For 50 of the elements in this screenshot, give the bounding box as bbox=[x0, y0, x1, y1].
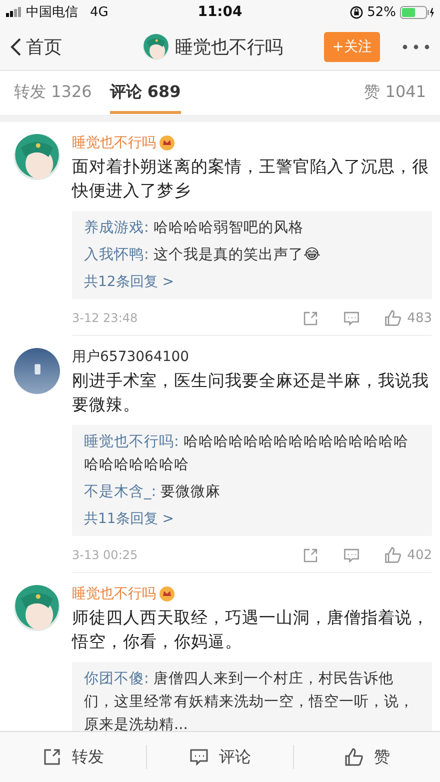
avatar bbox=[143, 34, 170, 60]
share-icon[interactable] bbox=[302, 546, 320, 564]
battery-icon bbox=[400, 6, 434, 18]
author-name[interactable]: 睡觉也不行吗 bbox=[72, 585, 156, 603]
reply-text: 睡觉也不行吗: 哈哈哈哈哈哈哈哈哈哈哈哈哈哈哈哈哈哈哈哈哈哈 bbox=[84, 433, 410, 475]
avatar bbox=[14, 585, 60, 631]
battery-percent: 52% bbox=[367, 4, 396, 20]
toolbar-button[interactable]: 赞 bbox=[294, 746, 440, 768]
more-icon[interactable] bbox=[402, 44, 430, 50]
toolbar-button[interactable]: 评论 bbox=[147, 746, 293, 768]
follow-button[interactable]: +关注 bbox=[324, 32, 380, 62]
rotation-lock-icon bbox=[350, 6, 364, 18]
more-replies-link[interactable]: 共11条回复 > bbox=[84, 508, 174, 530]
reply-text: 入我怀鸭: 这个我是真的笑出声了😂 bbox=[84, 246, 322, 265]
share-icon bbox=[42, 747, 62, 767]
comment-icon bbox=[189, 747, 209, 767]
toolbar-button[interactable]: 转发 bbox=[0, 746, 146, 768]
avatar bbox=[14, 348, 60, 394]
network-type: 4G bbox=[90, 4, 108, 20]
thumbs-up-icon bbox=[344, 747, 364, 767]
like-count: 483 bbox=[407, 310, 432, 326]
thumbs-up-icon[interactable] bbox=[384, 309, 402, 327]
like-count: 402 bbox=[407, 548, 432, 562]
signal-icon bbox=[6, 7, 22, 17]
comment-icon[interactable] bbox=[343, 310, 360, 326]
comment-text: 师徒四人西天取经，巧遇一山洞，唐僧指着说，悟空，你看，你妈逼。 bbox=[72, 607, 430, 653]
crown-badge-icon bbox=[159, 135, 175, 151]
comment-time: 3-12 23:48 bbox=[72, 311, 138, 325]
thumbs-up-icon[interactable] bbox=[384, 546, 402, 564]
author-name[interactable]: 用户6573064100 bbox=[72, 348, 190, 366]
avatar bbox=[14, 134, 60, 180]
author-name[interactable]: 睡觉也不行吗 bbox=[72, 134, 156, 152]
comment-icon[interactable] bbox=[343, 546, 360, 564]
crown-badge-icon bbox=[159, 586, 175, 602]
chevron-left-icon bbox=[10, 37, 22, 57]
tab[interactable]: 赞 1041 bbox=[364, 72, 426, 114]
carrier: 中国电信 bbox=[26, 4, 78, 21]
comment-text: 面对着扑朔迷离的案情，王警官陷入了沉思，很快便进入了梦乡 bbox=[72, 156, 430, 202]
page-title: 睡觉也不行吗 bbox=[175, 36, 284, 59]
comment-text: 刚进手术室，医生问我要全麻还是半麻，我说我要微辣。 bbox=[72, 370, 430, 416]
clock: 11:04 bbox=[198, 4, 242, 20]
more-replies-link[interactable]: 共12条回复 > bbox=[84, 271, 174, 293]
reply-text: 你团不傻: 唐僧四人来到一个村庄，村民告诉他们，这里经常有妖精来洗劫一空，悟空一听，说，原来是洗劫精... bbox=[84, 670, 415, 731]
comment-time: 3-13 00:25 bbox=[72, 548, 138, 562]
reply-text: 养成游戏: 哈哈哈哈弱智吧的风格 bbox=[84, 218, 304, 238]
back-button[interactable]: 首页 bbox=[10, 35, 62, 59]
reply-text: 不是木含_: 要微微麻 bbox=[84, 483, 222, 502]
tab[interactable]: 转发 1326 bbox=[14, 72, 92, 114]
share-icon[interactable] bbox=[302, 310, 320, 326]
tab[interactable]: 评论 689 bbox=[110, 72, 181, 114]
